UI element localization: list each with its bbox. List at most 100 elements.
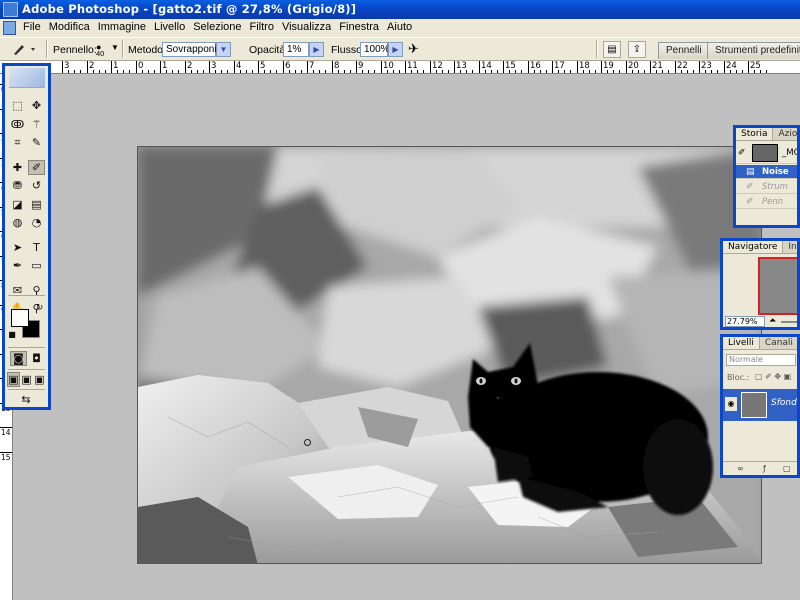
ruler-minor-tick xyxy=(338,70,339,73)
history-item-penn[interactable]: ✐ Penn xyxy=(736,195,797,209)
open-in-imageready-icon[interactable]: ⇪ xyxy=(628,41,646,58)
opacity-slider-icon[interactable]: ▶ xyxy=(309,42,324,57)
photoshop-feather-logo[interactable] xyxy=(9,68,45,88)
jump-to-imageready-icon[interactable]: ⇆ xyxy=(9,392,43,407)
lasso-tool-icon[interactable]: ↂ xyxy=(9,117,26,132)
ruler-major-tick xyxy=(675,61,676,73)
navigator-zoom-input[interactable]: 27.79% xyxy=(725,316,765,327)
move-tool-icon[interactable]: ✥ xyxy=(28,98,45,113)
swap-colors-icon[interactable]: ↻ xyxy=(34,303,45,314)
layer-sfondo[interactable]: ◉ Sfondo xyxy=(723,389,797,421)
separator xyxy=(8,369,45,370)
menu-aiuto[interactable]: Aiuto xyxy=(383,21,416,33)
slice-tool-icon[interactable]: ✎ xyxy=(28,135,45,150)
zoom-out-icon[interactable]: ⏶ xyxy=(769,316,776,326)
menu-file[interactable]: File xyxy=(19,21,45,33)
menu-selezione[interactable]: Selezione xyxy=(189,21,245,33)
menu-visualizza[interactable]: Visualizza xyxy=(278,21,335,33)
tab-strumenti-predefiniti[interactable]: Strumenti predefiniti xyxy=(707,42,800,59)
link-layers-icon[interactable]: ∞ xyxy=(737,462,744,475)
mode-select[interactable]: Sovrapponi xyxy=(162,42,217,57)
menu-finestra[interactable]: Finestra xyxy=(335,21,383,33)
ruler-minor-tick xyxy=(534,70,535,73)
magic-wand-tool-icon[interactable]: ⚚ xyxy=(28,117,45,132)
lock-icons[interactable]: ▢ ✐ ✥ ▣ xyxy=(755,372,791,381)
full-screen-menu-mode-icon[interactable]: ▣ xyxy=(20,372,33,387)
photoshop-app-icon[interactable] xyxy=(3,2,18,17)
mode-dropdown-icon[interactable]: ▼ xyxy=(216,42,231,57)
standard-screen-mode-icon[interactable]: ▣ xyxy=(7,372,20,387)
ruler-minor-tick xyxy=(325,70,326,73)
tab-navigatore[interactable]: Navigatore xyxy=(723,241,784,253)
navigator-thumbnail[interactable] xyxy=(758,257,797,315)
tab-livelli[interactable]: Livelli xyxy=(723,337,760,349)
pen-tool-icon[interactable]: ✒ xyxy=(9,258,26,273)
brush-history-icon: ✐ xyxy=(746,197,754,207)
history-item-strum[interactable]: ✐ Strum xyxy=(736,180,797,194)
horizontal-ruler[interactable]: 3 2 1 0 1 2 3 4 5 6 7 8 9 10 11 12 13 14 15 16 17 18 19 20 21 22 2… xyxy=(0,61,800,74)
ruler-minor-tick xyxy=(129,70,130,73)
blur-tool-icon[interactable]: ◍ xyxy=(9,215,26,230)
path-selection-tool-icon[interactable]: ➤ xyxy=(9,240,26,255)
tab-info[interactable]: Info xyxy=(783,241,797,253)
tab-canali[interactable]: Canali xyxy=(760,337,797,349)
healing-brush-tool-icon[interactable]: ✚ xyxy=(9,160,26,175)
menu-immagine[interactable]: Immagine xyxy=(94,21,150,33)
menu-modifica[interactable]: Modifica xyxy=(45,21,94,33)
airbrush-icon[interactable]: ✈ xyxy=(408,41,419,57)
ruler-minor-tick xyxy=(448,70,449,73)
brush-tool-icon[interactable]: ✐ xyxy=(28,159,45,175)
brush-tool-preset-icon[interactable] xyxy=(10,41,40,57)
ruler-label: 14 xyxy=(1,428,11,437)
file-browser-icon[interactable]: ▤ xyxy=(603,41,621,58)
marquee-tool-icon[interactable]: ⬚ xyxy=(9,98,26,113)
history-brush-tool-icon[interactable]: ↺ xyxy=(28,178,45,193)
default-colors-icon[interactable]: ■ xyxy=(7,330,17,340)
history-item-label: Noise xyxy=(762,167,789,177)
flow-slider-icon[interactable]: ▶ xyxy=(388,42,403,57)
new-layer-icon[interactable]: ▢ xyxy=(783,462,791,475)
document-canvas[interactable] xyxy=(137,146,762,564)
crop-tool-icon[interactable]: ⌗ xyxy=(9,135,26,150)
ruler-label: 15 xyxy=(1,453,11,462)
tab-pennelli[interactable]: Pennelli xyxy=(658,42,710,59)
history-snapshot[interactable]: ✐ _MG_ xyxy=(736,142,797,164)
menu-filtro[interactable]: Filtro xyxy=(246,21,278,33)
ruler-minor-tick xyxy=(730,70,731,73)
quick-mask-mode-icon[interactable]: ◘ xyxy=(28,351,45,366)
ruler-minor-tick xyxy=(546,70,547,73)
history-item-noise[interactable]: ▤ Noise xyxy=(736,165,797,179)
opacity-input[interactable]: 1% xyxy=(283,42,309,57)
layer-style-icon[interactable]: ƒ xyxy=(763,462,766,475)
ruler-minor-tick xyxy=(742,70,743,73)
ruler-minor-tick xyxy=(99,70,100,73)
ruler-minor-tick xyxy=(319,70,320,73)
ruler-minor-tick xyxy=(221,70,222,73)
dodge-tool-icon[interactable]: ◔ xyxy=(28,215,45,230)
ruler-minor-tick xyxy=(215,70,216,73)
mode-label: Metodo: xyxy=(128,44,166,56)
ruler-minor-tick xyxy=(442,70,443,73)
blend-mode-select[interactable]: Normale xyxy=(726,354,796,366)
ruler-major-tick xyxy=(62,61,63,73)
layer-visibility-eye-icon[interactable]: ◉ xyxy=(725,397,737,411)
zoom-slider[interactable] xyxy=(781,321,797,323)
clone-stamp-tool-icon[interactable]: ⛃ xyxy=(9,178,26,193)
tab-azioni[interactable]: Azioni xyxy=(773,128,797,140)
standard-mode-icon[interactable]: ◙ xyxy=(10,351,27,366)
ruler-minor-tick xyxy=(276,70,277,73)
eraser-tool-icon[interactable]: ◪ xyxy=(9,197,26,212)
shape-tool-icon[interactable]: ▭ xyxy=(28,258,45,273)
ruler-minor-tick xyxy=(754,70,755,73)
ruler-minor-tick xyxy=(80,70,81,73)
menu-livello[interactable]: Livello xyxy=(150,21,189,33)
flow-input[interactable]: 100% xyxy=(360,42,390,57)
type-tool-icon[interactable]: T xyxy=(28,240,45,255)
foreground-color-swatch[interactable] xyxy=(11,309,29,327)
tab-storia[interactable]: Storia xyxy=(736,128,774,140)
brush-dropdown-arrow-icon[interactable]: ▼ xyxy=(111,43,119,52)
ruler-minor-tick xyxy=(687,70,688,73)
document-icon[interactable] xyxy=(3,21,16,35)
gradient-tool-icon[interactable]: ▤ xyxy=(28,197,45,212)
full-screen-mode-icon[interactable]: ▣ xyxy=(33,372,46,387)
